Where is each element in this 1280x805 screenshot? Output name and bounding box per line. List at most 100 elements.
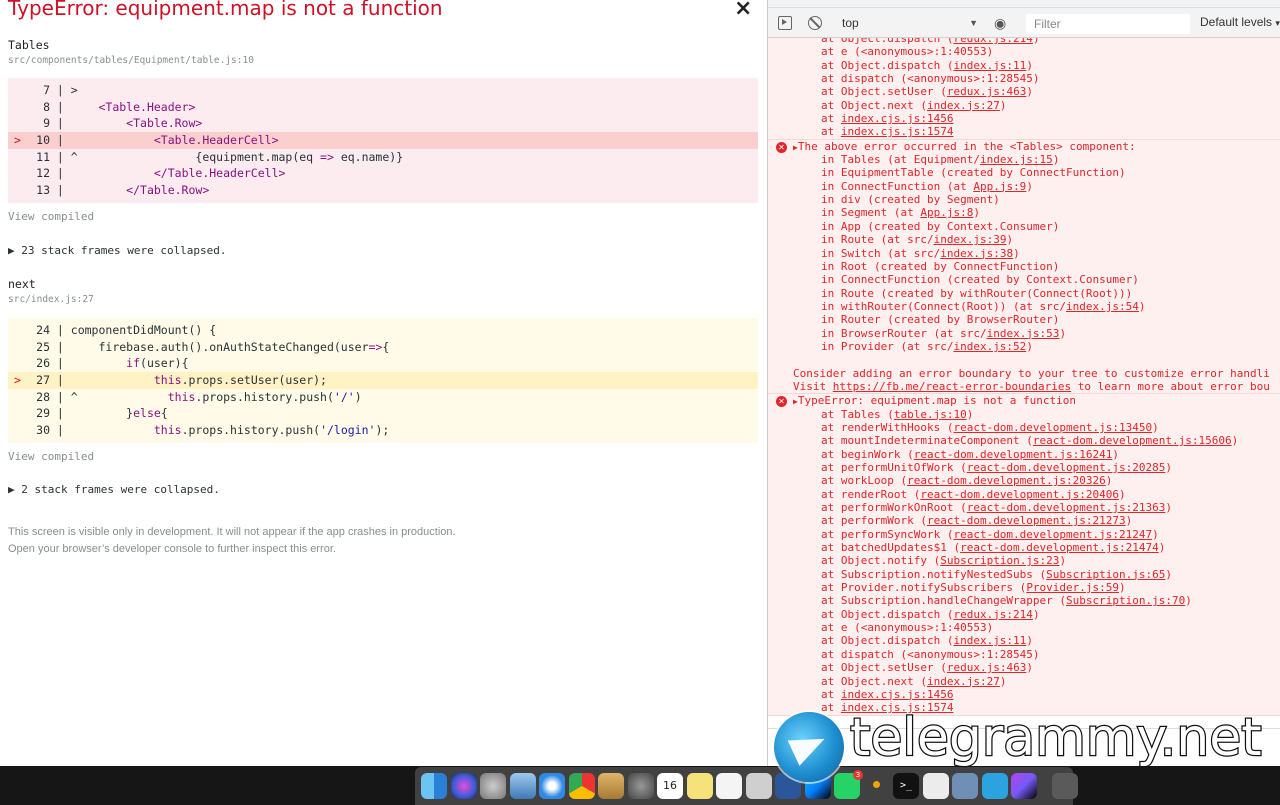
- stack-trace-line[interactable]: at performWorkOnRoot (react-dom.developm…: [768, 501, 1280, 514]
- finder-icon[interactable]: [421, 773, 447, 799]
- stack-trace-line[interactable]: at renderRoot (react-dom.development.js:…: [768, 488, 1280, 501]
- dev-note-line: This screen is visible only in developme…: [8, 526, 456, 538]
- stack-trace-line[interactable]: at workLoop (react-dom.development.js:20…: [768, 474, 1280, 487]
- gutter-bar: |: [50, 323, 64, 337]
- stack-trace-line[interactable]: in Router (created by BrowserRouter): [768, 313, 1280, 326]
- terminal-icon[interactable]: >_: [893, 773, 919, 799]
- gutter-bar: |: [50, 406, 64, 421]
- gutter-bar: |: [50, 166, 64, 181]
- stack-trace-line[interactable]: in BrowserRouter (at src/index.js:53): [768, 327, 1280, 340]
- trash-icon[interactable]: [1052, 773, 1078, 799]
- stack-trace-line[interactable]: in Route (at src/index.js:39): [768, 233, 1280, 246]
- stack-trace-line[interactable]: at Subscription.notifyNestedSubs (Subscr…: [768, 568, 1280, 581]
- stack-trace-line[interactable]: in Switch (at src/index.js:38): [768, 247, 1280, 260]
- code-text: if(user){: [126, 356, 189, 371]
- stack-trace-line[interactable]: at performSyncWork (react-dom.developmen…: [768, 528, 1280, 541]
- stack-trace-line[interactable]: at index.cjs.js:1456: [768, 688, 1280, 701]
- launchpad-icon[interactable]: [480, 773, 506, 799]
- stack-trace-line[interactable]: in Root (created by ConnectFunction): [768, 260, 1280, 273]
- stack-trace-line[interactable]: at index.cjs.js:1456: [768, 112, 1280, 125]
- collapsed-frames-toggle[interactable]: ▶ 23 stack frames were collapsed.: [8, 244, 227, 257]
- filter-input[interactable]: [1026, 14, 1190, 34]
- stack-trace-line[interactable]: in Segment (at App.js:8): [768, 206, 1280, 219]
- stack-trace-line[interactable]: at beginWork (react-dom.development.js:1…: [768, 448, 1280, 461]
- dot-icon[interactable]: [864, 773, 890, 799]
- close-icon[interactable]: ×: [734, 0, 752, 20]
- preview-icon[interactable]: [509, 773, 536, 799]
- code-line: 11 | ^ {equipment.map(eq => eq.name)}: [8, 149, 758, 166]
- error-line-marker: >: [14, 133, 21, 148]
- stack-trace-line[interactable]: in Route (created by withRouter(Connect(…: [768, 287, 1280, 300]
- stack-trace-line[interactable]: in Tables (at Equipment/index.js:15): [768, 153, 1280, 166]
- finder-window-icon[interactable]: [745, 773, 772, 799]
- stack-trace-line[interactable]: at Object.dispatch (index.js:11): [768, 59, 1280, 72]
- face-icon[interactable]: [922, 773, 949, 799]
- console-link-message[interactable]: Visit https://fb.me/react-error-boundari…: [768, 380, 1280, 393]
- notification-badge: 3: [853, 770, 863, 780]
- stack-trace-line[interactable]: at e (<anonymous>:1:40553): [768, 621, 1280, 634]
- reminders-icon[interactable]: [716, 773, 742, 799]
- chrome-icon[interactable]: [568, 773, 595, 799]
- stack-trace-line[interactable]: at Object.dispatch (index.js:11): [768, 634, 1280, 647]
- stack-trace-line[interactable]: at Tables (table.js:10): [768, 408, 1280, 421]
- system-preferences-icon[interactable]: [627, 773, 654, 799]
- siri-icon[interactable]: [450, 773, 477, 799]
- stack-trace-line[interactable]: at batchedUpdates$1 (react-dom.developme…: [768, 541, 1280, 554]
- view-compiled-link[interactable]: View compiled: [8, 210, 94, 223]
- stack-trace-line[interactable]: at performWork (react-dom.development.js…: [768, 514, 1280, 527]
- stack-trace-line[interactable]: at dispatch (<anonymous>:1:28545): [768, 72, 1280, 85]
- stack-trace-line[interactable]: at Object.dispatch (redux.js:214): [768, 608, 1280, 621]
- stack-trace-line[interactable]: at dispatch (<anonymous>:1:28545): [768, 648, 1280, 661]
- stack-trace-line[interactable]: at index.cjs.js:1574: [768, 125, 1280, 138]
- log-levels-dropdown[interactable]: Default levels ▾: [1200, 15, 1280, 29]
- stack-trace-line[interactable]: at Object.notify (Subscription.js:23): [768, 554, 1280, 567]
- gutter-bar: |: [50, 373, 64, 388]
- stack-trace-line[interactable]: at Object.setUser (redux.js:463): [768, 85, 1280, 98]
- stack-trace-line[interactable]: at Object.setUser (redux.js:463): [768, 661, 1280, 674]
- stack-trace-line[interactable]: at Object.next (index.js:27): [768, 99, 1280, 112]
- stack-trace-line[interactable]: at renderWithHooks (react-dom.developmen…: [768, 421, 1280, 434]
- line-number: 12: [36, 166, 50, 181]
- stack-trace-line[interactable]: in App (created by Context.Consumer): [768, 220, 1280, 233]
- stack-trace-line[interactable]: at Subscription.handleChangeWrapper (Sub…: [768, 594, 1280, 607]
- calendar-icon[interactable]: 16: [657, 773, 683, 799]
- console-message-expander[interactable]: ▶The above error occurred in the <Tables…: [768, 140, 1280, 153]
- stack-trace-line[interactable]: at e (<anonymous>:1:40553): [768, 45, 1280, 58]
- safari-icon[interactable]: [539, 773, 565, 799]
- view-compiled-link[interactable]: View compiled: [8, 450, 94, 463]
- stack-trace-line[interactable]: at performUnitOfWork (react-dom.developm…: [768, 461, 1280, 474]
- phpstorm-icon[interactable]: [1011, 773, 1037, 799]
- telegram-icon[interactable]: [981, 773, 1008, 799]
- console-message: The above error occurred in the <Tables>…: [797, 139, 1136, 153]
- whatsapp-icon[interactable]: 3: [834, 770, 863, 799]
- stack-trace-line[interactable]: at mountIndeterminateComponent (react-do…: [768, 434, 1280, 447]
- screen-icon[interactable]: [952, 773, 978, 799]
- console-message: TypeError: equipment.map is not a functi…: [797, 394, 1076, 408]
- stack-trace-line[interactable]: in Provider (at src/index.js:52): [768, 340, 1280, 353]
- sidebar-toggle-icon[interactable]: [778, 16, 792, 30]
- stack-trace-line[interactable]: at Provider.notifySubscribers (Provider.…: [768, 581, 1280, 594]
- stack-trace-line[interactable]: in ConnectFunction (at App.js:9): [768, 180, 1280, 193]
- stack-trace-line[interactable]: at Object.next (index.js:27): [768, 675, 1280, 688]
- gutter-bar: |: [50, 99, 64, 114]
- clear-console-icon[interactable]: [808, 16, 822, 30]
- code-text: }else{: [63, 406, 168, 421]
- stack-trace-line[interactable]: in div (created by Segment): [768, 193, 1280, 206]
- code-line: 7 | >: [8, 82, 758, 99]
- stack-trace-line[interactable]: in EquipmentTable (created by ConnectFun…: [768, 166, 1280, 179]
- stickies-icon[interactable]: [686, 773, 713, 799]
- stack-trace-line[interactable]: in withRouter(Connect(Root)) (at src/ind…: [768, 300, 1280, 313]
- context-selector[interactable]: top ▼: [836, 13, 982, 33]
- console-message-expander[interactable]: ▶TypeError: equipment.map is not a funct…: [768, 394, 1280, 407]
- code-text: this.props.setUser(user);: [153, 373, 327, 388]
- log-levels-label: Default levels: [1200, 15, 1273, 29]
- eye-icon[interactable]: ◉: [994, 16, 1006, 30]
- notes-icon[interactable]: [598, 773, 624, 799]
- console-output[interactable]: at Object.dispatch (redux.js:214) at e (<…: [768, 38, 1280, 728]
- code-text: this.props.history.push('/'): [167, 389, 362, 404]
- collapsed-frames-toggle[interactable]: ▶ 2 stack frames were collapsed.: [8, 483, 220, 496]
- stack-trace-line[interactable]: at Object.dispatch (redux.js:214): [768, 38, 1280, 45]
- stack-trace-line[interactable]: in ConnectFunction (created by Context.C…: [768, 273, 1280, 286]
- dev-note-line: Open your browser’s developer console to…: [8, 543, 336, 555]
- code-line: 30 | this.props.history.push('/login');: [8, 422, 758, 439]
